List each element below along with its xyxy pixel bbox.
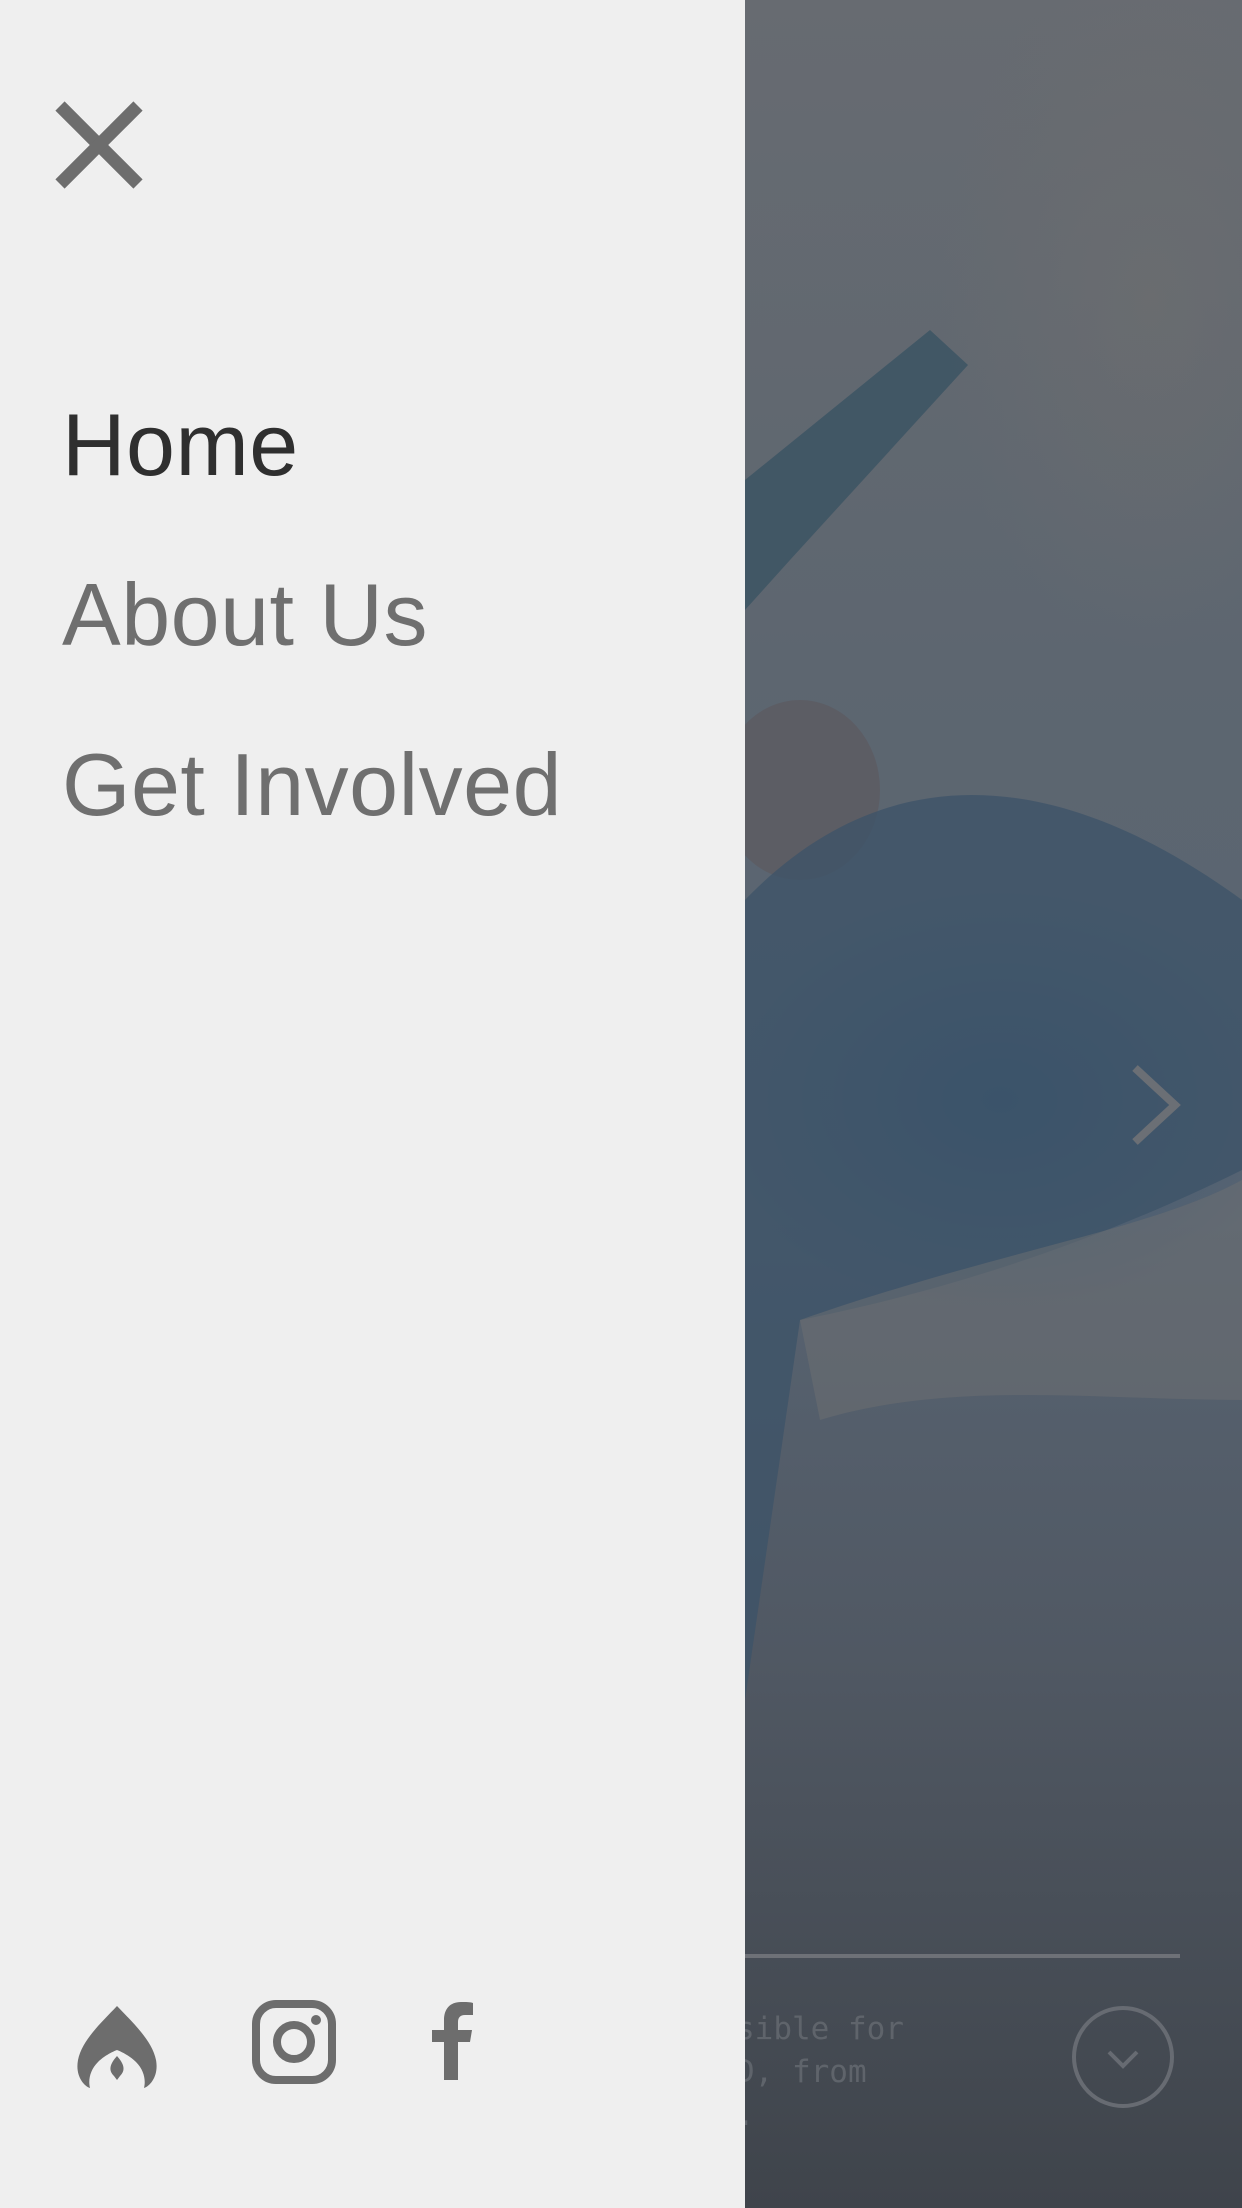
nav-drawer: Home About Us Get Involved bbox=[0, 0, 745, 2208]
chevron-right-icon bbox=[1132, 1065, 1181, 1145]
facebook-icon bbox=[432, 2002, 473, 2080]
chevron-down-icon bbox=[1107, 2050, 1139, 2069]
instagram-icon bbox=[252, 2000, 336, 2084]
next-slide-button[interactable] bbox=[1120, 1060, 1200, 1150]
scroll-down-button[interactable] bbox=[1072, 2006, 1174, 2108]
close-icon bbox=[55, 101, 143, 189]
nav-item-about-us[interactable]: About Us bbox=[62, 530, 562, 700]
hero-divider bbox=[740, 1954, 1180, 1958]
facebook-link[interactable] bbox=[426, 2000, 476, 2090]
nav-item-get-involved[interactable]: Get Involved bbox=[62, 700, 562, 870]
close-menu-button[interactable] bbox=[54, 100, 144, 190]
nav-item-home[interactable]: Home bbox=[62, 360, 562, 530]
screen: ponsible for UCSD, from val. Home About … bbox=[0, 0, 1242, 2208]
brand-link[interactable] bbox=[72, 2000, 162, 2090]
instagram-link[interactable] bbox=[252, 2000, 336, 2090]
main-nav-list: Home About Us Get Involved bbox=[62, 360, 562, 870]
brand-flame-icon bbox=[77, 2006, 157, 2088]
